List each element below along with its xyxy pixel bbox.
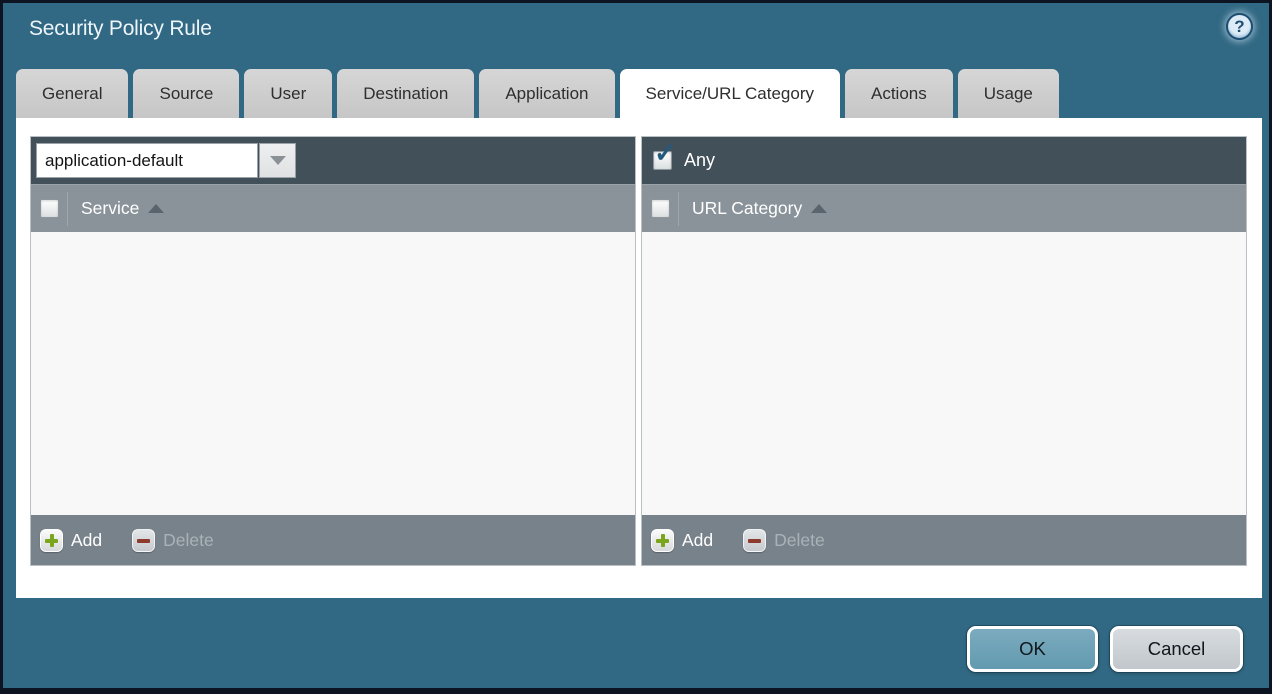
- delete-icon: [743, 529, 766, 552]
- chevron-down-icon: [270, 156, 286, 165]
- tab-usage[interactable]: Usage: [958, 69, 1059, 118]
- ok-button[interactable]: OK: [967, 626, 1098, 672]
- delete-button-label: Delete: [774, 530, 825, 551]
- tab-service-url-category[interactable]: Service/URL Category: [620, 69, 841, 118]
- service-toolbar: Add Delete: [31, 515, 635, 565]
- delete-button-label: Delete: [163, 530, 214, 551]
- checkmark-icon: ✓: [654, 140, 677, 167]
- service-delete-button: Delete: [132, 529, 214, 552]
- url-category-delete-button: Delete: [743, 529, 825, 552]
- service-select-all-cell: [31, 199, 67, 218]
- add-icon: [40, 529, 63, 552]
- security-policy-rule-dialog: Security Policy Rule ? General Source Us…: [0, 0, 1272, 694]
- any-checkbox[interactable]: ✓: [653, 151, 672, 170]
- url-category-panel: ✓ Any URL Category Add: [641, 136, 1247, 566]
- url-category-toolbar: Add Delete: [642, 515, 1246, 565]
- service-column-header[interactable]: Service: [31, 184, 635, 232]
- url-category-list-body: [642, 232, 1246, 515]
- url-category-add-button[interactable]: Add: [651, 529, 713, 552]
- tab-general[interactable]: General: [16, 69, 128, 118]
- url-category-column-header[interactable]: URL Category: [642, 184, 1246, 232]
- tab-destination[interactable]: Destination: [337, 69, 474, 118]
- service-type-dropdown[interactable]: [36, 143, 296, 178]
- cancel-button[interactable]: Cancel: [1110, 626, 1243, 672]
- tab-application[interactable]: Application: [479, 69, 614, 118]
- dialog-title: Security Policy Rule: [29, 17, 212, 41]
- sort-ascending-icon: [148, 204, 164, 213]
- service-select-all-checkbox[interactable]: [40, 199, 59, 218]
- tab-content-panel: Service Add Delete ✓: [16, 118, 1262, 598]
- service-add-button[interactable]: Add: [40, 529, 102, 552]
- service-panel: Service Add Delete: [30, 136, 636, 566]
- any-checkbox-row: ✓ Any: [647, 150, 715, 171]
- service-panel-header: [31, 137, 635, 184]
- add-button-label: Add: [682, 530, 713, 551]
- any-checkbox-label: Any: [684, 150, 715, 171]
- url-category-select-all-cell: [642, 199, 678, 218]
- tab-actions[interactable]: Actions: [845, 69, 953, 118]
- add-icon: [651, 529, 674, 552]
- tab-source[interactable]: Source: [133, 69, 239, 118]
- url-category-column-label: URL Category: [692, 198, 802, 219]
- service-type-dropdown-button[interactable]: [259, 143, 296, 178]
- service-list-body: [31, 232, 635, 515]
- url-category-select-all-checkbox[interactable]: [651, 199, 670, 218]
- sort-ascending-icon: [811, 204, 827, 213]
- title-bar: Security Policy Rule ?: [3, 3, 1269, 69]
- url-category-panel-header: ✓ Any: [642, 137, 1246, 184]
- help-icon[interactable]: ?: [1226, 13, 1253, 40]
- add-button-label: Add: [71, 530, 102, 551]
- service-type-dropdown-value[interactable]: [36, 143, 258, 178]
- column-divider: [67, 192, 68, 226]
- tab-user[interactable]: User: [244, 69, 332, 118]
- column-divider: [678, 192, 679, 226]
- delete-icon: [132, 529, 155, 552]
- tab-bar: General Source User Destination Applicat…: [16, 69, 1059, 118]
- service-column-label: Service: [81, 198, 139, 219]
